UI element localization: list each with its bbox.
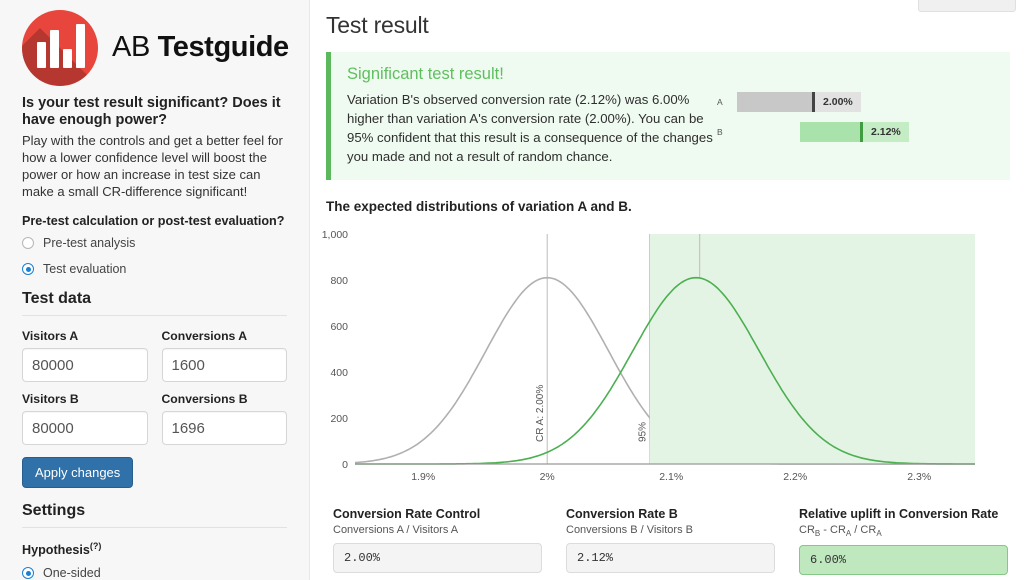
- metric-formula-control: Conversions A / Visitors A: [333, 524, 459, 536]
- y-axis-tick-label: 600: [330, 321, 348, 333]
- label-conversions-a: Conversions A: [161, 329, 248, 343]
- brand-name: AB Testguide: [112, 31, 289, 64]
- sidebar: AB Testguide Is your test result signifi…: [0, 0, 310, 580]
- field-conversions-a: Conversions A: [161, 329, 287, 392]
- input-conversions-a[interactable]: [161, 348, 287, 382]
- alert-heading: Significant test result!: [347, 65, 504, 83]
- metrics-row: Conversion Rate Control Conversions A / …: [333, 507, 1008, 576]
- input-conversions-b[interactable]: [161, 411, 287, 445]
- radio-pre-test-analysis[interactable]: Pre-test analysis: [22, 236, 287, 250]
- bar-track-b: 2.12%: [737, 122, 994, 142]
- label-visitors-a: Visitors A: [22, 329, 79, 343]
- label-visitors-b: Visitors B: [22, 392, 79, 406]
- y-axis-tick-label: 800: [330, 275, 348, 287]
- y-axis-tick-label: 200: [330, 413, 348, 425]
- field-visitors-a: Visitors A: [22, 329, 148, 392]
- bar-fill-a: [737, 92, 812, 112]
- radio-one-sided[interactable]: One-sided: [22, 566, 287, 580]
- distribution-chart: 02004006008001,000CR A: 2.00%95%CR B: 2.…: [320, 214, 1024, 494]
- annotation-label: 95%: [638, 422, 649, 442]
- metric-formula-b: Conversions B / Visitors B: [566, 524, 693, 536]
- metric-value-b: 2.12%: [566, 543, 775, 573]
- hypothesis-label: Hypothesis(?): [22, 541, 287, 557]
- alert-bar-chart: A 2.00% B 2.12%: [717, 65, 994, 166]
- x-axis-tick-label: 2%: [540, 471, 555, 483]
- metric-value-uplift: 6.00%: [799, 545, 1008, 576]
- radio-icon-pre-test[interactable]: [22, 237, 34, 249]
- metric-relative-uplift: Relative uplift in Conversion Rate CRB -…: [799, 507, 1008, 576]
- main-content: Test result Significant test result! Var…: [310, 0, 1024, 580]
- metric-title-uplift: Relative uplift in Conversion Rate: [799, 507, 999, 521]
- alert-text-block: Significant test result! Variation B's o…: [347, 65, 717, 166]
- page-title: Test result: [326, 12, 429, 38]
- y-axis-tick-label: 400: [330, 367, 348, 379]
- label-conversions-b: Conversions B: [161, 392, 248, 406]
- metric-title-b: Conversion Rate B: [566, 507, 678, 521]
- bar-chart-logo-icon: [22, 9, 98, 86]
- radio-icon-test-evaluation[interactable]: [22, 263, 34, 275]
- radio-label-test-evaluation: Test evaluation: [43, 262, 127, 276]
- y-axis-tick-label: 1,000: [322, 229, 348, 241]
- app-root: AB Testguide Is your test result signifi…: [0, 0, 1024, 580]
- distribution-chart-svg: 02004006008001,000CR A: 2.00%95%CR B: 2.…: [322, 229, 975, 483]
- bar-track-a: 2.00%: [737, 92, 994, 112]
- metric-title-control: Conversion Rate Control: [333, 507, 481, 521]
- top-right-panel[interactable]: [918, 0, 1016, 12]
- help-icon[interactable]: (?): [90, 541, 102, 551]
- metric-conversion-rate-b: Conversion Rate B Conversions B / Visito…: [566, 507, 775, 575]
- metric-value-control: 2.00%: [333, 543, 542, 573]
- field-visitors-b: Visitors B: [22, 392, 148, 455]
- x-axis-tick-label: 2.3%: [907, 471, 931, 483]
- radio-icon-one-sided[interactable]: [22, 567, 34, 580]
- radio-test-evaluation[interactable]: Test evaluation: [22, 262, 287, 276]
- section-title-test-data: Test data: [22, 290, 287, 316]
- metric-formula-uplift: CRB - CRA / CRA: [799, 524, 882, 539]
- input-visitors-a[interactable]: [22, 348, 148, 382]
- annotation-label: CR A: 2.00%: [535, 385, 546, 442]
- bar-key-b: B: [717, 127, 723, 137]
- input-visitors-b[interactable]: [22, 411, 148, 445]
- x-axis-tick-label: 2.1%: [659, 471, 683, 483]
- bar-fill-b: [800, 122, 860, 142]
- x-axis-tick-label: 2.2%: [783, 471, 807, 483]
- brand-name-light: AB: [112, 31, 150, 63]
- metric-conversion-rate-control: Conversion Rate Control Conversions A / …: [333, 507, 542, 575]
- bar-row-b: B 2.12%: [717, 119, 994, 145]
- sidebar-description: Play with the controls and get a better …: [22, 133, 283, 199]
- mode-question-label: Pre-test calculation or post-test evalua…: [22, 214, 285, 228]
- bar-value-a: 2.00%: [815, 92, 861, 112]
- chart-title: The expected distributions of variation …: [326, 199, 632, 214]
- y-axis-tick-label: 0: [342, 459, 348, 471]
- field-conversions-b: Conversions B: [161, 392, 287, 455]
- significance-alert: Significant test result! Variation B's o…: [326, 52, 1010, 180]
- bar-key-a: A: [717, 97, 723, 107]
- apply-changes-button[interactable]: Apply changes: [22, 457, 134, 488]
- brand-name-bold: Testguide: [157, 31, 290, 63]
- hypothesis-label-text: Hypothesis: [22, 543, 90, 558]
- section-title-settings: Settings: [22, 502, 287, 528]
- sidebar-headline: Is your test result significant? Does it…: [22, 95, 281, 128]
- radio-label-pre-test: Pre-test analysis: [43, 236, 136, 250]
- bar-value-b: 2.12%: [863, 122, 909, 142]
- alert-body: Variation B's observed conversion rate (…: [347, 92, 713, 164]
- test-data-fields: Visitors A Conversions A Visitors B Conv…: [22, 329, 287, 455]
- bar-row-a: A 2.00%: [717, 89, 994, 115]
- radio-label-one-sided: One-sided: [43, 566, 101, 580]
- brand-logo[interactable]: AB Testguide: [22, 0, 289, 86]
- x-axis-tick-label: 1.9%: [411, 471, 435, 483]
